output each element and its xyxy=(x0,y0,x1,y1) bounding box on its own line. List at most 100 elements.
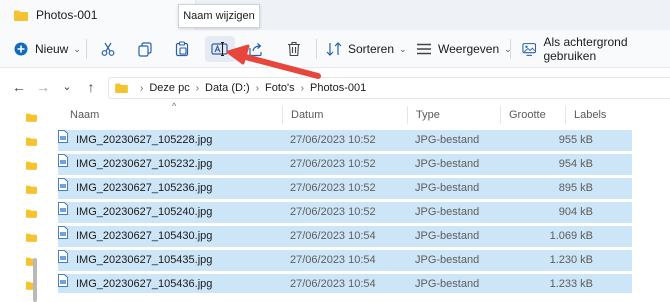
file-name: IMG_20230627_105240.jpg xyxy=(76,206,213,218)
command-bar: Nieuw ⌄ Sorteren ⌄ Weergeven ⌄ Als achte… xyxy=(0,30,670,68)
rename-tooltip: Naam wijzigen xyxy=(178,4,260,28)
up-arrow-icon[interactable]: ↑ xyxy=(82,78,100,96)
folder-icon xyxy=(14,10,28,21)
file-type: JPG-bestand xyxy=(415,158,480,170)
file-date: 27/06/2023 10:52 xyxy=(290,134,376,146)
column-divider[interactable] xyxy=(500,106,501,124)
rename-icon xyxy=(211,41,228,57)
file-row[interactable]: IMG_20230627_105232.jpg 27/06/2023 10:52… xyxy=(58,154,632,175)
jpg-file-icon xyxy=(58,178,68,191)
file-row[interactable]: IMG_20230627_105436.jpg 27/06/2023 10:54… xyxy=(58,274,632,293)
file-row[interactable]: IMG_20230627_105430.jpg 27/06/2023 10:54… xyxy=(58,226,632,247)
new-button[interactable]: Nieuw ⌄ xyxy=(14,36,81,62)
file-date: 27/06/2023 10:52 xyxy=(290,158,376,170)
file-name: IMG_20230627_105430.jpg xyxy=(76,230,213,242)
back-arrow-icon[interactable]: ← xyxy=(10,78,28,96)
divider xyxy=(510,39,511,59)
chevron-down-icon: ⌄ xyxy=(399,43,407,54)
desktop-background-icon xyxy=(522,42,537,56)
file-date: 27/06/2023 10:54 xyxy=(290,230,376,242)
folder-icon[interactable] xyxy=(26,209,37,218)
address-bar: ← → ⌄ ↑ › Deze pc › Data (D:) › Foto's ›… xyxy=(0,68,670,104)
sort-label: Sorteren xyxy=(348,42,395,56)
breadcrumb[interactable]: › Deze pc › Data (D:) › Foto's › Photos-… xyxy=(108,77,670,99)
breadcrumb-chevron-icon: › xyxy=(255,82,260,94)
folder-icon[interactable] xyxy=(26,185,37,194)
file-row[interactable]: IMG_20230627_105435.jpg 27/06/2023 10:54… xyxy=(58,250,632,271)
share-button[interactable] xyxy=(248,36,264,62)
file-row[interactable]: IMG_20230627_105228.jpg 27/06/2023 10:52… xyxy=(58,130,632,151)
jpg-file-icon xyxy=(58,274,68,287)
file-size: 1.230 kB xyxy=(549,254,593,266)
file-name: IMG_20230627_105232.jpg xyxy=(76,158,213,170)
file-type: JPG-bestand xyxy=(415,134,480,146)
divider xyxy=(86,39,87,59)
column-header-size[interactable]: Grootte xyxy=(509,104,546,126)
column-divider[interactable] xyxy=(407,106,408,124)
paste-button[interactable] xyxy=(174,36,190,62)
tab-photos[interactable]: Photos-001 xyxy=(0,0,196,30)
view-label: Weergeven xyxy=(438,42,500,56)
set-as-background-button[interactable]: Als achtergrond gebruiken xyxy=(522,35,670,63)
sort-button[interactable]: Sorteren ⌄ xyxy=(326,36,407,62)
file-size: 1.069 kB xyxy=(549,230,593,242)
trash-icon xyxy=(288,41,300,57)
rename-button[interactable] xyxy=(205,36,235,62)
scissors-icon xyxy=(101,42,115,56)
cut-button[interactable] xyxy=(100,36,116,62)
file-size: 904 kB xyxy=(558,206,593,218)
file-date: 27/06/2023 10:52 xyxy=(290,182,376,194)
tab-title: Photos-001 xyxy=(36,8,98,22)
file-size: 895 kB xyxy=(558,182,593,194)
file-size: 955 kB xyxy=(558,134,593,146)
view-button[interactable]: Weergeven ⌄ xyxy=(416,36,512,62)
file-name: IMG_20230627_105436.jpg xyxy=(76,278,213,290)
column-header-type[interactable]: Type xyxy=(416,104,440,126)
plus-icon xyxy=(14,42,28,56)
file-date: 27/06/2023 10:54 xyxy=(290,278,376,290)
breadcrumb-item[interactable]: Foto's xyxy=(265,82,295,94)
breadcrumb-item[interactable]: Photos-001 xyxy=(310,82,366,94)
copy-icon xyxy=(138,42,152,57)
jpg-file-icon xyxy=(58,202,68,215)
nav-pane-scrollbar[interactable] xyxy=(33,258,37,302)
folder-icon[interactable] xyxy=(26,161,37,170)
file-type: JPG-bestand xyxy=(415,254,480,266)
view-icon xyxy=(417,43,431,55)
file-date: 27/06/2023 10:54 xyxy=(290,254,376,266)
file-type: JPG-bestand xyxy=(415,278,480,290)
folder-icon[interactable] xyxy=(26,233,37,242)
recent-locations-chevron-icon[interactable]: ⌄ xyxy=(58,78,76,96)
folder-icon[interactable] xyxy=(26,137,37,146)
jpg-file-icon xyxy=(58,226,68,239)
file-name: IMG_20230627_105435.jpg xyxy=(76,254,213,266)
navigation-pane xyxy=(0,104,44,302)
set-as-background-label: Als achtergrond gebruiken xyxy=(543,35,628,63)
jpg-file-icon xyxy=(58,250,68,263)
file-row[interactable]: IMG_20230627_105236.jpg 27/06/2023 10:52… xyxy=(58,178,632,199)
copy-button[interactable] xyxy=(137,36,153,62)
column-header-labels[interactable]: Labels xyxy=(574,104,606,126)
column-header-name[interactable]: Naam xyxy=(70,104,99,126)
breadcrumb-item[interactable]: Data (D:) xyxy=(205,82,250,94)
file-date: 27/06/2023 10:52 xyxy=(290,206,376,218)
file-size: 954 kB xyxy=(558,158,593,170)
column-header-date[interactable]: Datum xyxy=(291,104,323,126)
folder-icon[interactable] xyxy=(26,113,37,122)
jpg-file-icon xyxy=(58,154,68,167)
file-size: 1.233 kB xyxy=(549,278,593,290)
file-row[interactable]: IMG_20230627_105240.jpg 27/06/2023 10:52… xyxy=(58,202,632,223)
column-divider[interactable] xyxy=(282,106,283,124)
paste-icon xyxy=(175,41,189,57)
new-label: Nieuw xyxy=(35,42,69,56)
column-divider[interactable] xyxy=(565,106,566,124)
breadcrumb-item[interactable]: Deze pc xyxy=(149,82,189,94)
delete-button[interactable] xyxy=(287,36,301,62)
chevron-down-icon: ⌄ xyxy=(73,43,81,54)
jpg-file-icon xyxy=(58,130,68,143)
breadcrumb-chevron-icon: › xyxy=(195,82,200,94)
breadcrumb-chevron-icon: › xyxy=(140,82,144,94)
file-list: IMG_20230627_105228.jpg 27/06/2023 10:52… xyxy=(58,130,632,296)
sort-ascending-icon: ^ xyxy=(172,101,177,111)
forward-arrow-icon[interactable]: → xyxy=(34,78,52,96)
